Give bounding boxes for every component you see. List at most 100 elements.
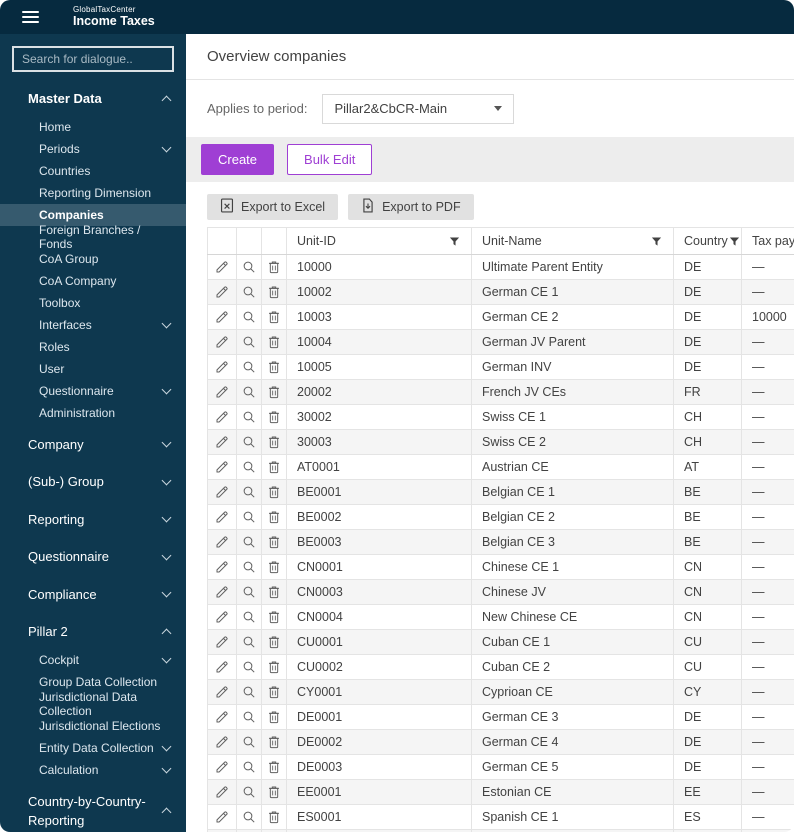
search-input[interactable] — [12, 46, 174, 72]
sidebar-section-compliance[interactable]: Compliance — [0, 578, 186, 612]
delete-icon[interactable] — [263, 581, 286, 604]
delete-icon[interactable] — [263, 731, 286, 754]
edit-icon[interactable] — [209, 531, 236, 554]
sidebar-item-toolbox[interactable]: Toolbox — [0, 292, 186, 314]
delete-icon[interactable] — [263, 681, 286, 704]
view-icon[interactable] — [238, 331, 261, 354]
delete-icon[interactable] — [263, 606, 286, 629]
edit-icon[interactable] — [209, 656, 236, 679]
filter-icon[interactable] — [728, 235, 741, 248]
sidebar-item-administration[interactable]: Administration — [0, 402, 186, 424]
sidebar-item-jurisdictional-elections[interactable]: Jurisdictional Elections — [0, 715, 186, 737]
view-icon[interactable] — [238, 281, 261, 304]
edit-icon[interactable] — [209, 281, 236, 304]
view-icon[interactable] — [238, 531, 261, 554]
sidebar-item-jurisdictional-data-collection[interactable]: Jurisdictional Data Collection — [0, 690, 186, 718]
edit-icon[interactable] — [209, 581, 236, 604]
delete-icon[interactable] — [263, 256, 286, 279]
edit-icon[interactable] — [209, 481, 236, 504]
delete-icon[interactable] — [263, 706, 286, 729]
sidebar-item-home[interactable]: Home — [0, 116, 186, 138]
view-icon[interactable] — [238, 481, 261, 504]
sidebar-section-sub-group[interactable]: (Sub-) Group — [0, 465, 186, 499]
delete-icon[interactable] — [263, 631, 286, 654]
delete-icon[interactable] — [263, 531, 286, 554]
edit-icon[interactable] — [209, 256, 236, 279]
view-icon[interactable] — [238, 731, 261, 754]
view-icon[interactable] — [238, 806, 261, 829]
sidebar-section-company[interactable]: Company — [0, 428, 186, 462]
view-icon[interactable] — [238, 406, 261, 429]
sidebar-item-interfaces[interactable]: Interfaces — [0, 314, 186, 336]
filter-icon[interactable] — [650, 235, 663, 248]
sidebar-item-periods[interactable]: Periods — [0, 138, 186, 160]
delete-icon[interactable] — [263, 506, 286, 529]
delete-icon[interactable] — [263, 556, 286, 579]
delete-icon[interactable] — [263, 281, 286, 304]
create-button[interactable]: Create — [201, 144, 275, 175]
view-icon[interactable] — [238, 506, 261, 529]
bulk-edit-button[interactable]: Bulk Edit — [287, 144, 373, 175]
edit-icon[interactable] — [209, 731, 236, 754]
sidebar-item-entity-data-collection[interactable]: Entity Data Collection — [0, 737, 186, 759]
edit-icon[interactable] — [209, 706, 236, 729]
edit-icon[interactable] — [209, 456, 236, 479]
view-icon[interactable] — [238, 556, 261, 579]
view-icon[interactable] — [238, 706, 261, 729]
view-icon[interactable] — [238, 781, 261, 804]
edit-icon[interactable] — [209, 431, 236, 454]
view-icon[interactable] — [238, 356, 261, 379]
sidebar-section-questionnaire[interactable]: Questionnaire — [0, 540, 186, 574]
sidebar-item-coa-company[interactable]: CoA Company — [0, 270, 186, 292]
sidebar-section-pillar-2[interactable]: Pillar 2 — [0, 615, 186, 649]
edit-icon[interactable] — [209, 806, 236, 829]
export-pdf-button[interactable]: Export to PDF — [348, 194, 474, 220]
view-icon[interactable] — [238, 431, 261, 454]
edit-icon[interactable] — [209, 556, 236, 579]
view-icon[interactable] — [238, 681, 261, 704]
period-select[interactable]: Pillar2&CbCR-Main — [322, 93, 515, 124]
sidebar-item-questionnaire[interactable]: Questionnaire — [0, 380, 186, 402]
delete-icon[interactable] — [263, 806, 286, 829]
sidebar-section-reporting[interactable]: Reporting — [0, 503, 186, 537]
view-icon[interactable] — [238, 256, 261, 279]
delete-icon[interactable] — [263, 781, 286, 804]
edit-icon[interactable] — [209, 756, 236, 779]
edit-icon[interactable] — [209, 406, 236, 429]
delete-icon[interactable] — [263, 756, 286, 779]
delete-icon[interactable] — [263, 306, 286, 329]
sidebar-item-cockpit[interactable]: Cockpit — [0, 649, 186, 671]
edit-icon[interactable] — [209, 606, 236, 629]
sidebar-item-foreign-branches-fonds[interactable]: Foreign Branches / Fonds — [0, 223, 186, 251]
edit-icon[interactable] — [209, 781, 236, 804]
export-excel-button[interactable]: Export to Excel — [207, 194, 339, 220]
sidebar-item-reporting-dimension[interactable]: Reporting Dimension — [0, 182, 186, 204]
edit-icon[interactable] — [209, 381, 236, 404]
view-icon[interactable] — [238, 381, 261, 404]
sidebar-item-roles[interactable]: Roles — [0, 336, 186, 358]
delete-icon[interactable] — [263, 331, 286, 354]
delete-icon[interactable] — [263, 356, 286, 379]
view-icon[interactable] — [238, 631, 261, 654]
view-icon[interactable] — [238, 306, 261, 329]
hamburger-menu-icon[interactable] — [22, 11, 39, 23]
edit-icon[interactable] — [209, 631, 236, 654]
view-icon[interactable] — [238, 456, 261, 479]
delete-icon[interactable] — [263, 456, 286, 479]
delete-icon[interactable] — [263, 481, 286, 504]
filter-icon[interactable] — [448, 235, 461, 248]
sidebar-section-master-data[interactable]: Master Data — [0, 82, 186, 116]
delete-icon[interactable] — [263, 656, 286, 679]
edit-icon[interactable] — [209, 306, 236, 329]
edit-icon[interactable] — [209, 356, 236, 379]
delete-icon[interactable] — [263, 381, 286, 404]
sidebar-item-countries[interactable]: Countries — [0, 160, 186, 182]
sidebar-item-coa-group[interactable]: CoA Group — [0, 248, 186, 270]
delete-icon[interactable] — [263, 431, 286, 454]
view-icon[interactable] — [238, 581, 261, 604]
sidebar-item-user[interactable]: User — [0, 358, 186, 380]
edit-icon[interactable] — [209, 331, 236, 354]
edit-icon[interactable] — [209, 681, 236, 704]
delete-icon[interactable] — [263, 406, 286, 429]
sidebar-section-country-by-country-reporting[interactable]: Country-by-Country-Reporting — [0, 785, 186, 832]
